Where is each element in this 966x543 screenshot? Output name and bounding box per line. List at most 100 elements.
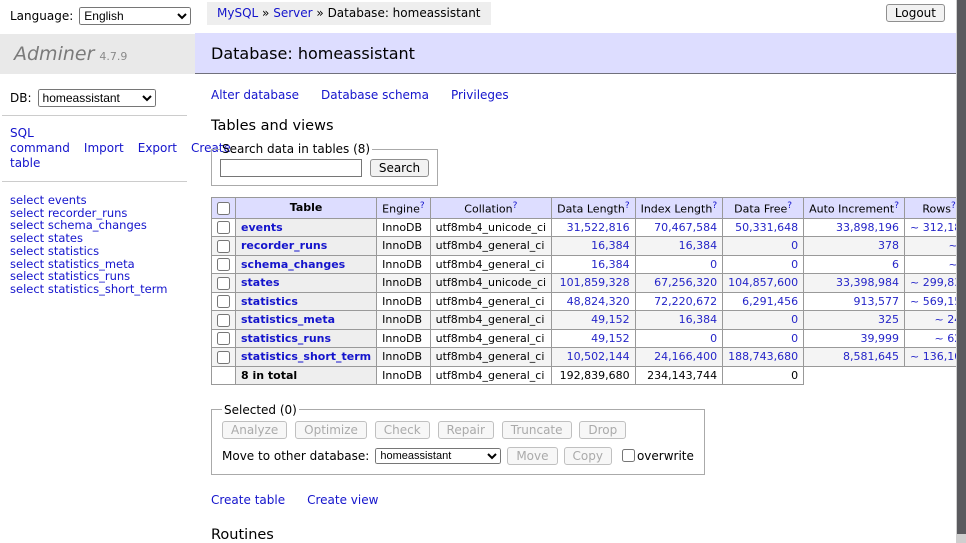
adminer-window: Language: English Adminer4.7.9 DB: homea… — [0, 0, 966, 543]
collation-help-link[interactable]: ? — [513, 201, 518, 211]
engine-cell: InnoDB — [377, 292, 430, 311]
import-link[interactable]: Import — [84, 141, 124, 155]
move-button[interactable]: Move — [507, 447, 557, 465]
vertical-scrollbar[interactable] — [956, 0, 966, 543]
row-checkbox[interactable] — [217, 351, 230, 364]
table-name-link[interactable]: statistics_runs — [241, 332, 331, 345]
auto-increment-cell: 913,577 — [804, 292, 905, 311]
move-database-select[interactable]: homeassistant — [375, 448, 501, 464]
breadcrumb-current: Database: homeassistant — [328, 6, 481, 20]
row-checkbox[interactable] — [217, 332, 230, 345]
table-name-link[interactable]: statistics_meta — [241, 313, 335, 326]
table-row: states InnoDB utf8mb4_unicode_ci 101,859… — [212, 274, 957, 293]
index-length-cell: 0 — [635, 329, 723, 348]
data-free-help-link[interactable]: ? — [787, 201, 792, 211]
language-row: Language: English — [0, 0, 195, 25]
page-title: Database: homeassistant — [195, 33, 956, 74]
main-area: MySQL » Server » Database: homeassistant… — [195, 0, 956, 543]
collation-cell: utf8mb4_general_ci — [430, 329, 551, 348]
table-total-row: 8 in total InnoDB utf8mb4_general_ci 192… — [212, 366, 957, 384]
rows-cell: ~ 136,108 — [905, 348, 957, 367]
table-name-link[interactable]: schema_changes — [241, 258, 345, 271]
copy-button[interactable]: Copy — [564, 447, 612, 465]
table-row: statistics_short_term InnoDB utf8mb4_gen… — [212, 348, 957, 367]
alter-database-link[interactable]: Alter database — [211, 88, 299, 102]
logout-button[interactable]: Logout — [886, 4, 945, 22]
rows-cell: ~ 628 — [905, 329, 957, 348]
table-name-cell: recorder_runs — [236, 237, 377, 256]
table-name-link[interactable]: states — [241, 276, 280, 289]
engine-cell: InnoDB — [377, 329, 430, 348]
truncate-button[interactable]: Truncate — [502, 421, 572, 439]
engine-cell: InnoDB — [377, 237, 430, 256]
analyze-button[interactable]: Analyze — [222, 421, 287, 439]
index-length-help-link[interactable]: ? — [712, 201, 717, 211]
row-checkbox[interactable] — [217, 221, 230, 234]
data-length-cell: 48,824,320 — [552, 292, 635, 311]
check-all-checkbox[interactable] — [217, 202, 230, 215]
total-data-length-cell: 192,839,680 — [552, 366, 635, 384]
rows-cell: ~ 3 — [905, 255, 957, 274]
index-length-cell: 70,467,584 — [635, 218, 723, 237]
select-table-link[interactable]: select statistics_short_term — [10, 282, 167, 296]
engine-help-link[interactable]: ? — [420, 201, 425, 211]
row-check-cell — [212, 237, 236, 256]
data-length-cell: 16,384 — [552, 237, 635, 256]
sidebar-table-line: select statistics_short_term — [10, 283, 195, 296]
data-length-cell: 31,522,816 — [552, 218, 635, 237]
index-length-cell: 67,256,320 — [635, 274, 723, 293]
drop-button[interactable]: Drop — [579, 421, 626, 439]
move-row: Move to other database: homeassistant Mo… — [222, 447, 694, 465]
table-row: statistics_runs InnoDB utf8mb4_general_c… — [212, 329, 957, 348]
db-select[interactable]: homeassistant — [38, 89, 156, 107]
row-checkbox[interactable] — [217, 277, 230, 290]
row-checkbox[interactable] — [217, 295, 230, 308]
table-name-link[interactable]: recorder_runs — [241, 239, 327, 252]
selected-actions: Analyze Optimize Check Repair Truncate D… — [222, 421, 694, 439]
overwrite-label: overwrite — [637, 449, 694, 463]
table-name-cell: states — [236, 274, 377, 293]
table-name-cell: events — [236, 218, 377, 237]
row-checkbox[interactable] — [217, 314, 230, 327]
search-button[interactable]: Search — [370, 159, 429, 177]
collation-cell: utf8mb4_unicode_ci — [430, 218, 551, 237]
auto-increment-help-link[interactable]: ? — [894, 201, 899, 211]
selected-legend: Selected (0) — [222, 403, 299, 417]
table-name-link[interactable]: events — [241, 221, 283, 234]
export-link[interactable]: Export — [138, 141, 177, 155]
create-table-link[interactable]: Create table — [211, 493, 285, 507]
auto-increment-cell: 33,398,984 — [804, 274, 905, 293]
table-name-link[interactable]: statistics_short_term — [241, 350, 371, 363]
language-select[interactable]: English — [79, 7, 191, 25]
auto-increment-cell: 378 — [804, 237, 905, 256]
privileges-link[interactable]: Privileges — [451, 88, 509, 102]
logo-version[interactable]: 4.7.9 — [99, 50, 127, 63]
row-checkbox[interactable] — [217, 258, 230, 271]
overwrite-checkbox[interactable] — [622, 449, 635, 462]
optimize-button[interactable]: Optimize — [295, 421, 367, 439]
data-length-help-link[interactable]: ? — [625, 201, 630, 211]
database-schema-link[interactable]: Database schema — [321, 88, 429, 102]
collation-cell: utf8mb4_general_ci — [430, 311, 551, 330]
breadcrumb-mysql-link[interactable]: MySQL — [217, 6, 258, 20]
data-free-cell: 50,331,648 — [723, 218, 804, 237]
create-view-link[interactable]: Create view — [307, 493, 378, 507]
row-checkbox[interactable] — [217, 240, 230, 253]
breadcrumb-server-link[interactable]: Server — [273, 6, 312, 20]
auto-increment-cell: 325 — [804, 311, 905, 330]
collation-cell: utf8mb4_general_ci — [430, 348, 551, 367]
sql-command-link[interactable]: SQL command — [10, 126, 70, 155]
data-free-cell: 6,291,456 — [723, 292, 804, 311]
auto-increment-cell: 33,898,196 — [804, 218, 905, 237]
repair-button[interactable]: Repair — [438, 421, 494, 439]
header-index-length: Index Length? — [635, 198, 723, 219]
data-free-cell: 0 — [723, 237, 804, 256]
logo-name: Adminer — [14, 43, 94, 65]
tables-overview-table: Table Engine? Collation? Data Length? In… — [211, 197, 956, 385]
search-input[interactable] — [220, 159, 362, 177]
check-button[interactable]: Check — [375, 421, 430, 439]
table-name-link[interactable]: statistics — [241, 295, 298, 308]
header-rows: Rows? — [905, 198, 957, 219]
header-collation: Collation? — [430, 198, 551, 219]
scrollbar-thumb[interactable] — [957, 0, 966, 534]
